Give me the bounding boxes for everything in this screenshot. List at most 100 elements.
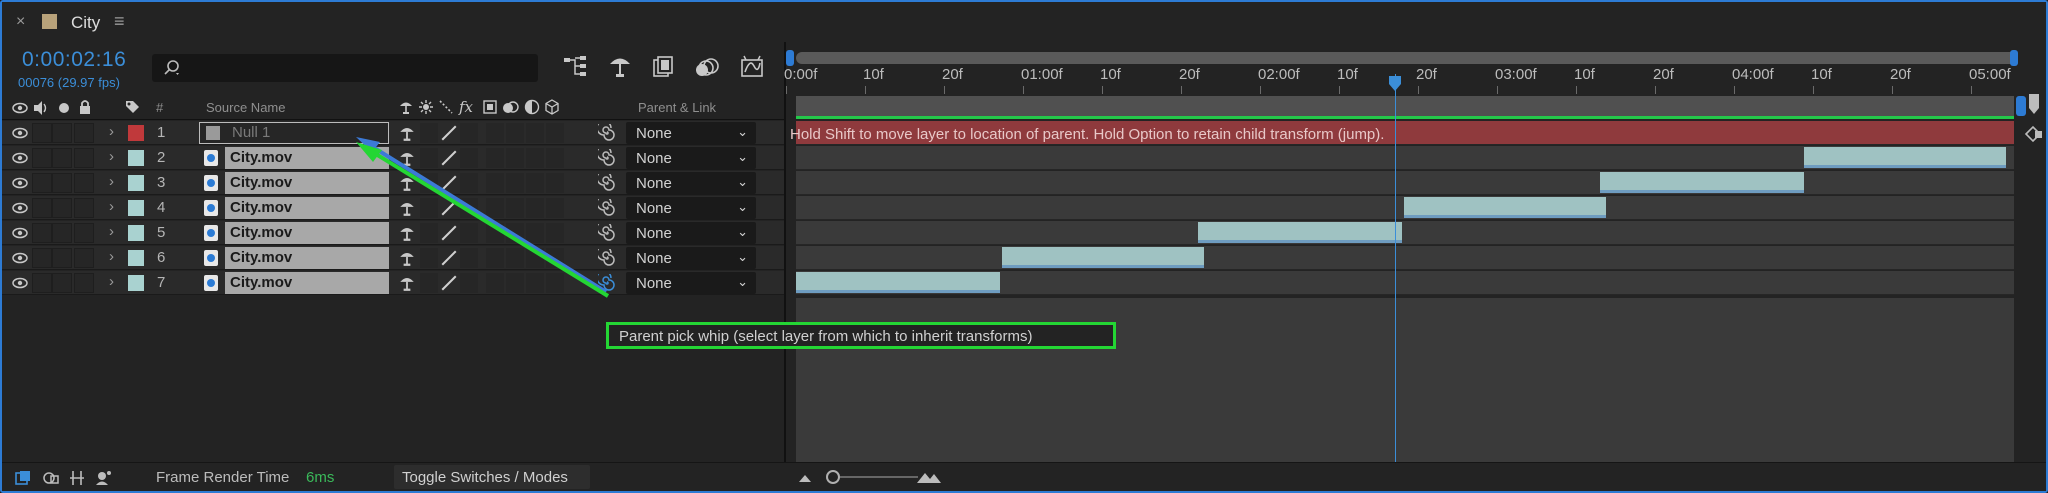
parent-pick-whip-icon[interactable]: [598, 199, 616, 217]
3d-switch[interactable]: [546, 173, 564, 193]
lock-toggle[interactable]: [74, 273, 94, 293]
frame-blend-switch[interactable]: [486, 148, 504, 168]
layer-label-color[interactable]: [128, 150, 144, 166]
layer-name[interactable]: City.mov: [230, 274, 292, 291]
collapse-switch[interactable]: [420, 148, 438, 168]
parent-link-dropdown[interactable]: None ⌄: [626, 197, 756, 219]
visibility-eye-icon[interactable]: [12, 227, 28, 239]
motion-blur-switch[interactable]: [506, 273, 524, 293]
timeline-layer-row[interactable]: [796, 271, 2014, 295]
effects-switch[interactable]: [460, 173, 478, 193]
visibility-eye-icon[interactable]: [12, 202, 28, 214]
3d-switch[interactable]: [546, 273, 564, 293]
collapse-switch[interactable]: [420, 273, 438, 293]
shy-switch-icon[interactable]: [398, 174, 416, 192]
visibility-eye-icon[interactable]: [12, 277, 28, 289]
timeline-layer-row[interactable]: [796, 171, 2014, 195]
effects-switch[interactable]: [460, 223, 478, 243]
visibility-eye-icon[interactable]: [12, 252, 28, 264]
audio-toggle[interactable]: [32, 173, 52, 193]
lock-toggle[interactable]: [74, 173, 94, 193]
audio-toggle[interactable]: [32, 223, 52, 243]
motion-blur-switch[interactable]: [506, 173, 524, 193]
effects-switch[interactable]: [460, 198, 478, 218]
layer-label-color[interactable]: [128, 175, 144, 191]
visibility-eye-icon[interactable]: [12, 127, 28, 139]
layer-name[interactable]: Null 1: [232, 124, 270, 141]
timeline-zoom-slider[interactable]: [828, 476, 918, 478]
expand-layer-chevron-icon[interactable]: ›: [109, 173, 114, 190]
timeline-layer-row[interactable]: [796, 196, 2014, 220]
layer-label-color[interactable]: [128, 200, 144, 216]
solo-header-icon[interactable]: [58, 102, 70, 114]
layer-row[interactable]: › 4 City.mov None ⌄: [2, 196, 784, 220]
expand-layer-chevron-icon[interactable]: ›: [109, 123, 114, 140]
video-visibility-header-icon[interactable]: [12, 102, 28, 114]
quality-switch-icon[interactable]: [440, 224, 458, 242]
frame-blending-icon[interactable]: [650, 54, 678, 80]
parent-pick-whip-icon[interactable]: [598, 149, 616, 167]
adjustment-switch[interactable]: [526, 148, 544, 168]
layer-label-color[interactable]: [128, 275, 144, 291]
toggle-switches-modes-button[interactable]: Toggle Switches / Modes: [394, 465, 590, 489]
zoom-in-icon[interactable]: [916, 468, 942, 486]
frame-blend-header-icon[interactable]: [482, 99, 498, 115]
solo-toggle[interactable]: [52, 273, 72, 293]
layer-row[interactable]: › 2 City.mov None ⌄: [2, 146, 784, 170]
parent-link-column-header[interactable]: Parent & Link: [638, 100, 716, 115]
adjustment-switch[interactable]: [526, 173, 544, 193]
quality-switch-icon[interactable]: [440, 274, 458, 292]
frame-blend-switch[interactable]: [486, 273, 504, 293]
layer-name[interactable]: City.mov: [230, 149, 292, 166]
comp-button-icon[interactable]: [2024, 124, 2044, 144]
layer-label-color[interactable]: [128, 125, 144, 141]
parent-link-dropdown[interactable]: None ⌄: [626, 122, 756, 144]
zoom-out-icon[interactable]: [796, 470, 814, 488]
timeline-layer-row[interactable]: [796, 221, 2014, 245]
time-navigator-end-handle[interactable]: [2010, 50, 2018, 66]
effects-switch[interactable]: [460, 123, 478, 143]
collapse-header-icon[interactable]: [418, 99, 434, 115]
parent-link-dropdown[interactable]: None ⌄: [626, 272, 756, 294]
expand-layer-chevron-icon[interactable]: ›: [109, 273, 114, 290]
shy-switch-icon[interactable]: [398, 149, 416, 167]
expand-layer-chevron-icon[interactable]: ›: [109, 148, 114, 165]
expand-layer-chevron-icon[interactable]: ›: [109, 223, 114, 240]
3d-switch[interactable]: [546, 248, 564, 268]
frame-blend-switch[interactable]: [486, 248, 504, 268]
adjustment-layer-header-icon[interactable]: [524, 99, 540, 115]
collapse-switch[interactable]: [420, 198, 438, 218]
motion-blur-switch[interactable]: [506, 148, 524, 168]
3d-switch[interactable]: [546, 123, 564, 143]
label-tag-header-icon[interactable]: [124, 99, 140, 115]
parent-pick-whip-icon[interactable]: [598, 274, 616, 292]
solo-toggle[interactable]: [52, 223, 72, 243]
motion-blur-switch[interactable]: [506, 223, 524, 243]
current-time-indicator-line[interactable]: [1395, 74, 1396, 462]
lock-toggle[interactable]: [74, 223, 94, 243]
in-out-pane-icon[interactable]: [68, 469, 86, 487]
lock-toggle[interactable]: [74, 198, 94, 218]
layer-search-input[interactable]: [152, 54, 538, 82]
quality-switch-icon[interactable]: [440, 199, 458, 217]
quality-header-icon[interactable]: [438, 99, 454, 115]
solo-toggle[interactable]: [52, 123, 72, 143]
frame-blend-switch[interactable]: [486, 173, 504, 193]
audio-toggle[interactable]: [32, 248, 52, 268]
audio-toggle[interactable]: [32, 198, 52, 218]
parent-pick-whip-icon[interactable]: [598, 249, 616, 267]
parent-pick-whip-icon[interactable]: [598, 124, 616, 142]
layer-clip-bar[interactable]: [1600, 172, 1804, 193]
panel-menu-icon[interactable]: ≡: [114, 11, 125, 32]
adjustment-switch[interactable]: [526, 123, 544, 143]
effects-switch[interactable]: [460, 248, 478, 268]
frame-blend-switch[interactable]: [486, 123, 504, 143]
parent-pick-whip-icon[interactable]: [598, 224, 616, 242]
source-name-column-header[interactable]: Source Name: [206, 100, 285, 115]
layer-switches-pane-icon[interactable]: [14, 469, 32, 487]
audio-header-icon[interactable]: [32, 100, 50, 116]
current-time-indicator-head[interactable]: [1387, 74, 1403, 92]
layer-name-cell[interactable]: [199, 122, 389, 144]
layer-row[interactable]: › 7 City.mov None ⌄: [2, 271, 784, 295]
work-area-bar[interactable]: [796, 96, 2014, 118]
